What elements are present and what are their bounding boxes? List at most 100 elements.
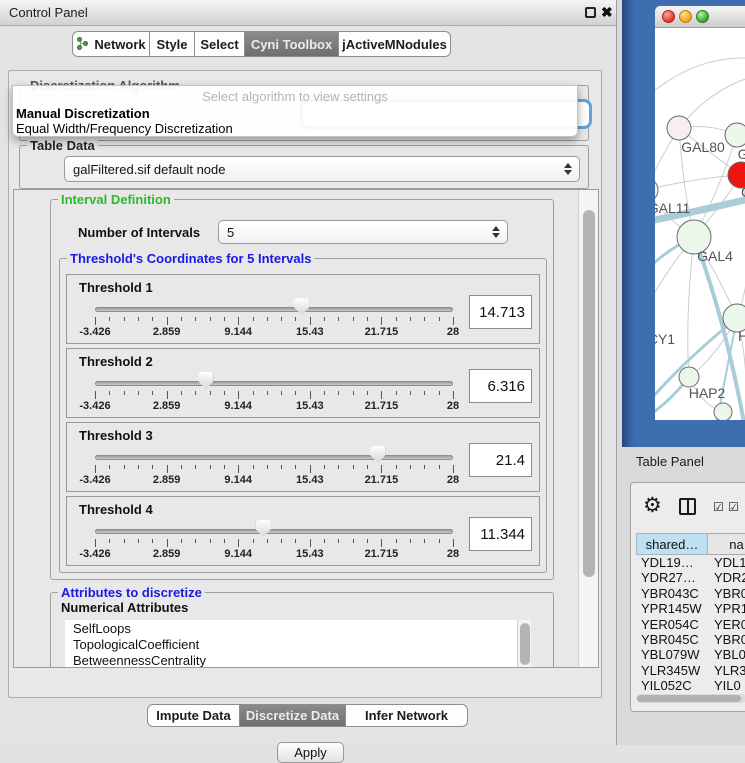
slider-thumb[interactable] — [294, 298, 309, 315]
tab-label: Select — [200, 37, 238, 52]
group-label: Attributes to discretize — [58, 585, 205, 600]
table-cell: YPR1 — [708, 601, 745, 616]
table-row[interactable]: YLR345WYLR3 — [636, 663, 745, 678]
threshold-value-field[interactable]: 6.316 — [469, 369, 532, 403]
bottom-tab-bar: Impute DataDiscretize DataInfer Network — [147, 704, 468, 727]
threshold-label: Threshold 2 — [79, 354, 153, 369]
node-label: GAL11 — [655, 200, 690, 216]
tab-style[interactable]: Style — [150, 31, 195, 57]
tab-network[interactable]: Network — [72, 31, 150, 57]
settings-scrollbar[interactable] — [578, 190, 599, 668]
group-label: Threshold's Coordinates for 5 Intervals — [67, 251, 314, 266]
slider-thumb[interactable] — [370, 446, 385, 463]
network-edge[interactable] — [679, 73, 745, 128]
attribute-list-item[interactable]: TopologicalCoefficient — [65, 636, 517, 652]
algorithm-option[interactable]: Equal Width/Frequency Discretization — [16, 121, 233, 136]
network-view-window: GAL80G.CGAL11GAL4GCY1HHAP2 — [622, 0, 745, 447]
attribute-list-item[interactable]: BetweennessCentrality — [65, 652, 517, 668]
threshold-panel: Threshold 2-3.4262.8599.14415.4321.71528… — [66, 348, 540, 418]
table-cell: YDL1 — [708, 555, 745, 570]
table-data-combobox[interactable]: galFiltered.sif default node — [64, 156, 580, 182]
threshold-label: Threshold 3 — [79, 428, 153, 443]
slider-thumb[interactable] — [198, 372, 213, 389]
table-row[interactable]: YER054CYER0 — [636, 617, 745, 632]
apply-button[interactable]: Apply — [277, 742, 344, 763]
threshold-value-field[interactable]: 21.4 — [469, 443, 532, 477]
attribute-list-item[interactable]: SelfLoops — [65, 620, 517, 636]
algorithm-dropdown-popup: Select algorithm to view settings Manual… — [12, 85, 578, 137]
slider-tick-labels: -3.4262.8599.14415.4321.71528 — [95, 326, 453, 339]
table-row[interactable]: YBR043CYBR0 — [636, 586, 745, 601]
table-panel-title: Table Panel — [636, 454, 704, 469]
column-header[interactable]: shared… — [636, 533, 708, 555]
table-cell: YLR345W — [636, 663, 708, 678]
table-row[interactable]: YDR27…YDR2 — [636, 570, 745, 585]
network-node[interactable] — [725, 123, 745, 147]
panel-title: Control Panel — [9, 5, 88, 20]
node-label: GAL4 — [697, 248, 733, 264]
top-tab-bar: Network Style Select Cyni Toolbox jActiveMNo… — [72, 31, 451, 57]
num-intervals-combobox[interactable]: 5 — [218, 220, 508, 244]
column-header[interactable]: na — [708, 533, 745, 555]
network-window-titlebar[interactable] — [655, 6, 745, 28]
table-row[interactable]: YBL079WYBL0 — [636, 647, 745, 662]
tab-cyni-toolbox[interactable]: Cyni Toolbox — [245, 31, 339, 57]
threshold-value-field[interactable]: 11.344 — [469, 517, 532, 551]
table-header-row[interactable]: shared…na — [636, 533, 745, 555]
table-horizontal-scrollbar[interactable] — [636, 694, 745, 703]
slider-track[interactable] — [95, 381, 453, 386]
cyni-toolbox-content: Discretization Algorithm Table Data galF… — [8, 70, 602, 698]
threshold-panel: Threshold 4-3.4262.8599.14415.4321.71528… — [66, 496, 540, 566]
checkbox-icon[interactable]: ☑ — [728, 500, 739, 514]
table-data-value: galFiltered.sif default node — [73, 162, 225, 177]
list-scrollbar-thumb[interactable] — [520, 623, 530, 665]
slider-track[interactable] — [95, 529, 453, 534]
minimize-traffic-light-icon[interactable] — [679, 10, 692, 23]
table-cell: YBL079W — [636, 647, 708, 662]
slider-thumb[interactable] — [256, 520, 271, 537]
threshold-label: Threshold 4 — [79, 502, 153, 517]
network-edge[interactable] — [655, 58, 745, 108]
tab-impute-data[interactable]: Impute Data — [147, 704, 240, 727]
network-node[interactable] — [655, 178, 658, 202]
tab-infer-network[interactable]: Infer Network — [346, 704, 468, 727]
table-cell: YPR145W — [636, 601, 708, 616]
node-attribute-table[interactable]: shared…na YDL19…YDL1YDR27…YDR2YBR043CYBR… — [636, 533, 745, 694]
algorithm-option[interactable]: Manual Discretization — [16, 106, 150, 121]
tab-discretize-data[interactable]: Discretize Data — [240, 704, 346, 727]
num-intervals-label: Number of Intervals — [78, 225, 200, 240]
settings-scrollbar-thumb[interactable] — [583, 210, 595, 577]
tab-jactivemnodules[interactable]: jActiveMNodules — [339, 31, 451, 57]
table-cell: YDR2 — [708, 570, 745, 585]
tab-label: Cyni Toolbox — [251, 37, 332, 52]
threshold-panel: Threshold 3-3.4262.8599.14415.4321.71528… — [66, 422, 540, 492]
split-column-icon[interactable] — [679, 498, 696, 515]
network-canvas[interactable]: GAL80G.CGAL11GAL4GCY1HHAP2 — [655, 28, 745, 420]
node-label: HAP2 — [689, 385, 726, 401]
zoom-traffic-light-icon[interactable] — [696, 10, 709, 23]
network-node[interactable] — [679, 367, 699, 387]
table-cell: YBR045C — [636, 632, 708, 647]
table-row[interactable]: YIL052CYIL0 — [636, 678, 745, 693]
slider-track[interactable] — [95, 455, 453, 460]
tab-select[interactable]: Select — [195, 31, 245, 57]
list-scrollbar[interactable] — [517, 620, 531, 668]
close-traffic-light-icon[interactable] — [662, 10, 675, 23]
threshold-value-field[interactable]: 14.713 — [469, 295, 532, 329]
float-window-icon[interactable] — [585, 7, 596, 18]
tab-label: Network — [94, 37, 145, 52]
threshold-panel: Threshold 1-3.4262.8599.14415.4321.71528… — [66, 274, 540, 344]
control-panel-titlebar: Control Panel ✖ — [0, 0, 616, 26]
network-node[interactable] — [667, 116, 691, 140]
table-row[interactable]: YBR045CYBR0 — [636, 632, 745, 647]
slider-track[interactable] — [95, 307, 453, 312]
checkbox-icon[interactable]: ☑ — [713, 500, 724, 514]
close-icon[interactable]: ✖ — [601, 4, 613, 21]
group-label: Interval Definition — [58, 192, 174, 207]
table-row[interactable]: YDL19…YDL1 — [636, 555, 745, 570]
table-scrollbar-thumb[interactable] — [637, 695, 741, 702]
network-node[interactable] — [714, 403, 732, 420]
numerical-attributes-list[interactable]: SelfLoopsTopologicalCoefficientBetweenne… — [65, 620, 517, 668]
gear-icon[interactable]: ⚙ — [643, 493, 662, 518]
table-row[interactable]: YPR145WYPR1 — [636, 601, 745, 616]
